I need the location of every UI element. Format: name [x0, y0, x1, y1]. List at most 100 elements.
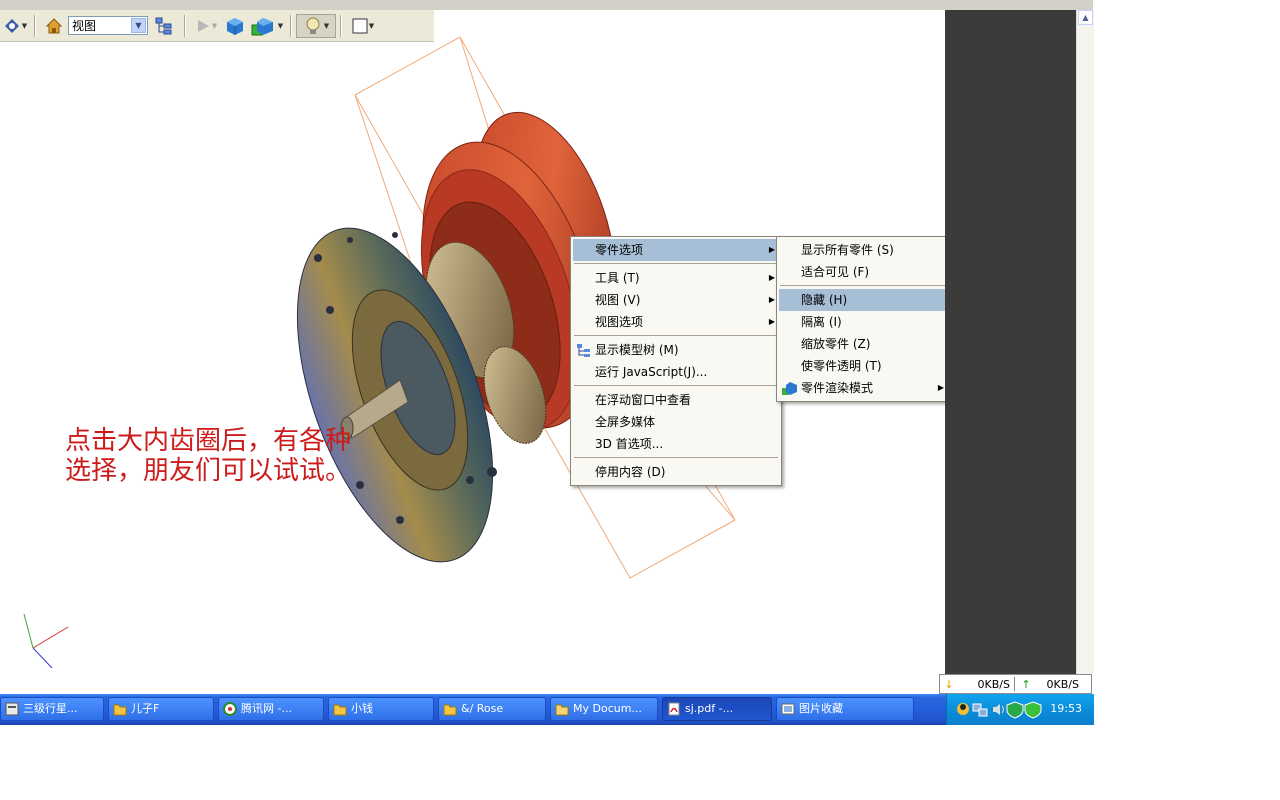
- menu-item-label: 使零件透明 (T): [801, 359, 882, 373]
- menu-item-3d-preferences[interactable]: 3D 首选项...: [573, 433, 779, 455]
- taskbar-button-label: &/ Rose: [461, 702, 504, 715]
- home-view-button[interactable]: [40, 14, 68, 38]
- menu-divider: [574, 385, 778, 386]
- browser-icon: [223, 702, 237, 716]
- light-bulb-icon: [306, 17, 320, 34]
- shield-icon: [1006, 701, 1024, 719]
- menu-item-show-model-tree[interactable]: 显示模型树 (M): [573, 339, 779, 361]
- cube-icon: [227, 17, 243, 35]
- taskbar-button-label: 腾讯网 -...: [241, 702, 292, 715]
- axis-triad: [23, 613, 69, 669]
- menu-item-label: 视图 (V): [595, 293, 641, 307]
- model-tree-button[interactable]: [148, 14, 180, 38]
- play-animation-button[interactable]: ▼: [190, 14, 222, 38]
- view-select[interactable]: 视图 ▼: [68, 16, 148, 35]
- render-mode-button[interactable]: ▼: [248, 14, 286, 38]
- submenu-arrow-icon: ▶: [768, 295, 775, 304]
- model-tree-icon: [577, 344, 590, 357]
- menu-item-isolate[interactable]: 隔离 (I): [779, 311, 948, 333]
- menu-item-view-options[interactable]: 视图选项 ▶: [573, 311, 779, 333]
- chevron-up-icon: ▲: [1082, 13, 1089, 22]
- chevron-down-icon: ▼: [21, 21, 28, 30]
- upload-speed: 0KB/S: [1046, 677, 1079, 691]
- menu-item-part-options[interactable]: 零件选项 ▶: [573, 239, 779, 261]
- taskbar-button-label: 三级行星...: [23, 702, 78, 715]
- taskbar-button[interactable]: 儿子F: [108, 697, 214, 721]
- 3d-toolbar: ▼ 视图 ▼ ▼ ▼ ▼ ▼: [0, 10, 434, 42]
- menu-item-zoom-part[interactable]: 缩放零件 (Z): [779, 333, 948, 355]
- menu-item-label: 缩放零件 (Z): [801, 337, 871, 351]
- menu-item-disable-content[interactable]: 停用内容 (D): [573, 461, 779, 483]
- annotation-text: 点击大内齿圈后，有各种选择，朋友们可以试试。: [65, 426, 352, 486]
- pdf-icon: [668, 702, 680, 716]
- menu-item-label: 视图选项: [595, 315, 644, 329]
- download-arrow-icon: ↓: [944, 677, 954, 691]
- menu-item-label: 在浮动窗口中查看: [595, 393, 692, 407]
- chevron-down-icon: ▼: [211, 21, 218, 30]
- context-menu: 零件选项 ▶ 工具 (T) ▶ 视图 (V) ▶ 视图选项 ▶ 显示模型树 (M…: [570, 236, 782, 486]
- picture-icon: [781, 703, 795, 715]
- menu-item-hide[interactable]: 隐藏 (H): [779, 289, 948, 311]
- menu-divider: [574, 263, 778, 264]
- taskbar-button[interactable]: 三级行星...: [0, 697, 104, 721]
- taskbar-button-label: sj.pdf -...: [685, 702, 734, 715]
- open-folder-icon: [555, 704, 569, 716]
- menu-item-make-transparent[interactable]: 使零件透明 (T): [779, 355, 948, 377]
- widget-divider: [1014, 677, 1015, 691]
- menu-item-label: 显示模型树 (M): [595, 343, 679, 357]
- menu-item-label: 停用内容 (D): [595, 465, 666, 479]
- menu-item-show-all-parts[interactable]: 显示所有零件 (S): [779, 239, 948, 261]
- scroll-up-button[interactable]: ▲: [1078, 10, 1093, 25]
- taskbar-button-label: 儿子F: [131, 702, 160, 715]
- projection-button[interactable]: [222, 14, 248, 38]
- vertical-scrollbar[interactable]: ▲: [1076, 10, 1094, 674]
- taskbar-button-label: 小钱: [351, 702, 373, 715]
- volume-icon: [993, 704, 1004, 715]
- clock[interactable]: 19:53: [1050, 702, 1082, 715]
- view-select-value: 视图: [72, 19, 97, 33]
- menu-item-label: 隐藏 (H): [801, 293, 848, 307]
- play-icon: [197, 19, 209, 32]
- taskbar-button[interactable]: 腾讯网 -...: [218, 697, 324, 721]
- menu-item-part-render-mode[interactable]: 零件渲染模式 ▶: [779, 377, 948, 399]
- menu-item-label: 3D 首选项...: [595, 437, 664, 451]
- tray-icons: [957, 701, 1042, 719]
- color-swatch-icon: [352, 18, 368, 33]
- menu-item-label: 显示所有零件 (S): [801, 243, 894, 257]
- menu-item-label: 零件渲染模式: [801, 381, 874, 395]
- menu-item-floating-window[interactable]: 在浮动窗口中查看: [573, 389, 779, 411]
- lighting-button[interactable]: ▼: [296, 13, 336, 38]
- menu-item-fit-visible[interactable]: 适合可见 (F): [779, 261, 948, 283]
- submenu-arrow-icon: ▶: [937, 383, 944, 392]
- toolbar-divider: [184, 14, 186, 37]
- chevron-down-icon: ▼: [368, 21, 375, 30]
- taskbar-button-label: My Docum...: [573, 702, 642, 715]
- network-speed-widget: ↓ 0KB/S ↑ 0KB/S: [939, 674, 1092, 694]
- taskbar-button[interactable]: 图片收藏: [776, 697, 914, 721]
- toolbar-divider: [290, 14, 292, 37]
- menu-divider: [574, 335, 778, 336]
- menu-item-label: 全屏多媒体: [595, 415, 656, 429]
- folder-icon: [333, 704, 347, 716]
- upload-arrow-icon: ↑: [1021, 677, 1031, 691]
- model-tree-icon: [155, 17, 172, 34]
- submenu-arrow-icon: ▶: [768, 245, 775, 254]
- rotate-tool-button[interactable]: ▼: [0, 14, 30, 38]
- menu-item-tools[interactable]: 工具 (T) ▶: [573, 267, 779, 289]
- taskbar-button[interactable]: My Docum...: [550, 697, 658, 721]
- menu-item-fullscreen-multimedia[interactable]: 全屏多媒体: [573, 411, 779, 433]
- menu-item-label: 工具 (T): [595, 271, 640, 285]
- system-tray: 19:53: [946, 694, 1094, 725]
- taskbar-button[interactable]: &/ Rose: [438, 697, 546, 721]
- menu-item-view[interactable]: 视图 (V) ▶: [573, 289, 779, 311]
- menu-item-run-javascript[interactable]: 运行 JavaScript(J)...: [573, 361, 779, 383]
- menu-divider: [780, 285, 947, 286]
- rotate-icon: [4, 18, 19, 33]
- menu-divider: [574, 457, 778, 458]
- taskbar-button-active[interactable]: sj.pdf -...: [662, 697, 772, 721]
- taskbar-button[interactable]: 小钱: [328, 697, 434, 721]
- background-color-button[interactable]: ▼: [346, 14, 380, 38]
- toolbar-divider: [340, 14, 342, 37]
- menu-item-label: 隔离 (I): [801, 315, 842, 329]
- render-mode-icon: [251, 17, 273, 35]
